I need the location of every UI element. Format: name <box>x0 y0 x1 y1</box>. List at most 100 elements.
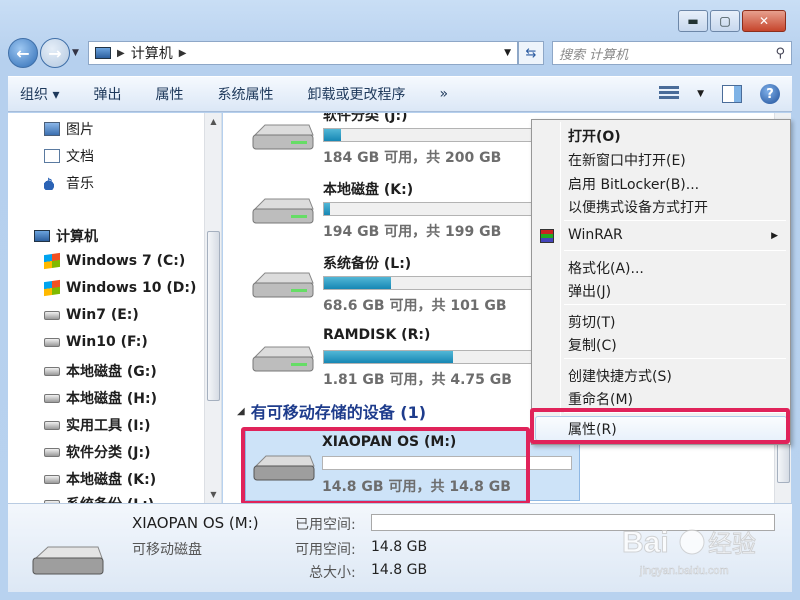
sidebar-scrollbar[interactable]: ▲ ▼ <box>204 113 221 503</box>
hard-drive-icon <box>252 346 314 372</box>
drive-tile[interactable]: RAMDISK (R:) 1.81 GB 可用，共 4.75 GB <box>251 325 561 399</box>
preview-pane-icon[interactable] <box>722 85 742 103</box>
highlight-frame <box>530 408 790 444</box>
drive-name: 系统备份 (L:) <box>323 256 412 272</box>
documents-icon <box>44 149 60 163</box>
sidebar-item-computer[interactable]: 计算机 <box>34 226 98 246</box>
drive-name: RAMDISK (R:) <box>323 327 431 343</box>
breadcrumb[interactable]: 计算机 <box>131 43 173 63</box>
history-dropdown[interactable]: ▼ <box>72 48 84 58</box>
windows-drive-icon <box>44 279 60 297</box>
drive-space-text: 194 GB 可用，共 199 GB <box>323 224 502 240</box>
submenu-arrow-icon: ▶ <box>771 231 778 241</box>
drive-name: 本地磁盘 (K:) <box>323 182 414 198</box>
collapse-icon[interactable]: ◢ <box>237 406 245 417</box>
drive-tile[interactable]: 系统备份 (L:) 68.6 GB 可用，共 101 GB <box>251 251 561 325</box>
address-dropdown[interactable]: ▼ <box>504 48 511 58</box>
menu-item-rename[interactable]: 重命名(M) <box>568 389 633 409</box>
menu-item-format[interactable]: 格式化(A)... <box>568 258 644 278</box>
sidebar-item-drive-g[interactable]: 本地磁盘 (G:) <box>44 361 157 381</box>
menu-item-eject[interactable]: 弹出(J) <box>568 281 611 301</box>
computer-icon <box>95 47 111 59</box>
menu-item-winrar[interactable]: WinRAR <box>568 227 623 243</box>
search-input[interactable]: 搜索 计算机 ⚲ <box>552 41 792 65</box>
svg-text:经验: 经验 <box>708 530 756 558</box>
more-commands-button[interactable]: » <box>439 86 448 102</box>
view-options-icon[interactable] <box>659 86 680 102</box>
drive-icon <box>44 474 60 484</box>
address-bar[interactable]: ▶ 计算机 ▶ ▼ <box>88 41 518 65</box>
free-space-label: 可用空间: <box>295 542 356 558</box>
menu-item-open[interactable]: 打开(O) <box>568 126 621 146</box>
menu-item-copy[interactable]: 复制(C) <box>568 335 617 355</box>
drive-usage-bar <box>323 350 533 364</box>
system-properties-button[interactable]: 系统属性 <box>217 84 273 104</box>
refresh-button[interactable]: ⇆ <box>518 41 544 65</box>
scroll-up-icon[interactable]: ▲ <box>205 113 221 130</box>
sidebar-item-drive-c[interactable]: Windows 7 (C:) <box>44 252 185 270</box>
scroll-down-icon[interactable]: ▼ <box>205 486 221 503</box>
total-size-label: 总大小: <box>309 565 356 581</box>
details-drive-name: XIAOPAN OS (M:) <box>132 514 259 532</box>
command-bar: 组织 ▾ 弹出 属性 系统属性 卸载或更改程序 » ▼ ? <box>8 76 792 112</box>
back-arrow-icon: ← <box>16 43 30 63</box>
removable-group-header[interactable]: ◢ 有可移动存储的设备 (1) <box>237 399 426 423</box>
drive-space-text: 1.81 GB 可用，共 4.75 GB <box>323 372 512 388</box>
removable-drive-icon <box>32 546 104 575</box>
sidebar-item-pictures[interactable]: 图片 <box>44 119 94 139</box>
menu-item-portable-device[interactable]: 以便携式设备方式打开 <box>568 197 708 217</box>
maximize-icon: ▢ <box>719 14 731 28</box>
drive-space-text: 68.6 GB 可用，共 101 GB <box>323 298 507 314</box>
svg-text:jingyan.baidu.com: jingyan.baidu.com <box>639 565 729 577</box>
view-dropdown-icon[interactable]: ▼ <box>697 89 704 99</box>
music-icon: ♪ <box>44 176 60 192</box>
organize-button[interactable]: 组织 ▾ <box>20 84 59 104</box>
drive-tile[interactable]: 软件分类 (J:) 184 GB 可用，共 200 GB <box>251 113 561 177</box>
baidu-watermark: Bai 经验 jingyan.baidu.com <box>622 526 757 578</box>
navigation-pane: 图片 文档 ♪ 音乐 计算机 Windows 7 (C:) Windows 10 … <box>8 113 222 503</box>
minimize-icon: ▬ <box>687 14 699 28</box>
menu-item-open-new-window[interactable]: 在新窗口中打开(E) <box>568 150 686 170</box>
menu-item-bitlocker[interactable]: 启用 BitLocker(B)... <box>568 174 699 194</box>
sidebar-item-drive-d[interactable]: Windows 10 (D:) <box>44 279 196 297</box>
context-menu: 打开(O) 在新窗口中打开(E) 启用 BitLocker(B)... 以便携式… <box>531 119 791 445</box>
svg-text:Bai: Bai <box>622 526 669 559</box>
forward-arrow-icon: → <box>48 43 62 63</box>
uninstall-button[interactable]: 卸载或更改程序 <box>307 84 405 104</box>
sidebar-item-documents[interactable]: 文档 <box>44 146 94 166</box>
maximize-button[interactable]: ▢ <box>710 10 740 32</box>
drive-icon <box>44 393 60 403</box>
forward-button[interactable]: → <box>40 38 70 68</box>
drive-usage-bar <box>323 276 533 290</box>
help-icon[interactable]: ? <box>760 84 780 104</box>
chevron-right-icon[interactable]: ▶ <box>179 48 187 59</box>
sidebar-item-drive-l[interactable]: 系统备份 (L:) <box>44 494 154 503</box>
caption-buttons: ▬ ▢ ✕ <box>678 10 786 32</box>
back-button[interactable]: ← <box>8 38 38 68</box>
eject-button[interactable]: 弹出 <box>93 84 121 104</box>
explorer-window: ▬ ▢ ✕ ← → ▼ ▶ 计算机 ▶ ▼ ⇆ 搜索 计算机 ⚲ 组织 ▾ 弹出… <box>0 0 800 600</box>
sidebar-item-drive-e[interactable]: Win7 (E:) <box>44 307 139 323</box>
sidebar-item-drive-i[interactable]: 实用工具 (I:) <box>44 415 150 435</box>
sidebar-item-drive-j[interactable]: 软件分类 (J:) <box>44 442 150 462</box>
free-space-value: 14.8 GB <box>371 539 428 555</box>
drive-icon <box>44 420 60 430</box>
menu-item-create-shortcut[interactable]: 创建快捷方式(S) <box>568 366 672 386</box>
drive-tile[interactable]: 本地磁盘 (K:) 194 GB 可用，共 199 GB <box>251 177 561 251</box>
sidebar-item-music[interactable]: ♪ 音乐 <box>44 173 94 193</box>
windows-drive-icon <box>44 252 60 270</box>
menu-item-cut[interactable]: 剪切(T) <box>568 312 615 332</box>
sidebar-scroll-thumb[interactable] <box>207 231 220 401</box>
minimize-button[interactable]: ▬ <box>678 10 708 32</box>
sidebar-item-drive-h[interactable]: 本地磁盘 (H:) <box>44 388 157 408</box>
total-size-value: 14.8 GB <box>371 562 428 578</box>
sidebar-item-drive-k[interactable]: 本地磁盘 (K:) <box>44 469 156 489</box>
search-placeholder: 搜索 计算机 <box>559 47 629 63</box>
used-space-label: 已用空间: <box>295 517 356 533</box>
chevron-right-icon[interactable]: ▶ <box>117 48 125 59</box>
sidebar-item-drive-f[interactable]: Win10 (F:) <box>44 334 148 350</box>
pictures-icon <box>44 122 60 136</box>
close-button[interactable]: ✕ <box>742 10 786 32</box>
properties-button[interactable]: 属性 <box>155 84 183 104</box>
hard-drive-icon <box>252 198 314 224</box>
